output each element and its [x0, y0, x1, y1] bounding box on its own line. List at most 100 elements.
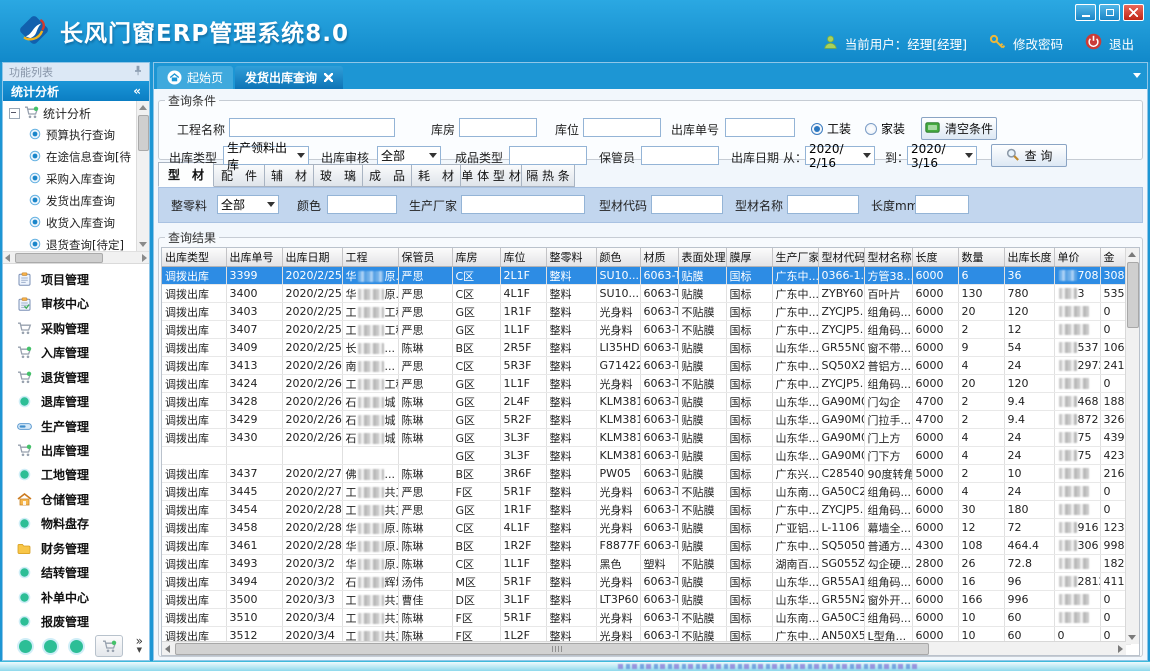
close-button[interactable]	[1123, 4, 1144, 21]
radio-selected-icon[interactable]	[811, 123, 823, 135]
table-row[interactable]: 调拨出库34942020/3/2石辉城汤伟M区5R1F整料光身料6063-T5贴…	[162, 573, 1130, 591]
column-header-出库长度[interactable]: 出库长度	[1004, 248, 1054, 267]
material-tab-单体型材[interactable]: 单 体 型 材	[461, 164, 522, 187]
scroll-left-icon[interactable]	[165, 645, 170, 653]
material-tab-耗材[interactable]: 耗 材	[412, 164, 461, 187]
profile-name-input[interactable]	[787, 195, 859, 214]
scroll-left-icon[interactable]	[5, 254, 10, 262]
column-header-整零料[interactable]: 整零料	[546, 248, 596, 267]
scroll-right-icon[interactable]	[1118, 645, 1123, 653]
material-tab-玻璃[interactable]: 玻 璃	[314, 164, 363, 187]
column-header-材质[interactable]: 材质	[640, 248, 678, 267]
tree-item[interactable]: 收货入库查询	[3, 212, 149, 234]
collapse-icon[interactable]: «	[133, 84, 141, 98]
tab-发货出库查询[interactable]: 发货出库查询	[235, 66, 343, 89]
pin-icon[interactable]	[133, 65, 143, 79]
table-row[interactable]: 调拨出库34302020/2/26石城陈琳G区3L3F整料KLM38176063…	[162, 429, 1130, 447]
minimize-button[interactable]	[1075, 4, 1096, 21]
table-row[interactable]: 调拨出库34292020/2/26石城陈琳G区5R2F整料KLM38176063…	[162, 411, 1130, 429]
table-row[interactable]: 调拨出库34452020/2/27工共工程严思F区5R1F整料光身料6063-T…	[162, 483, 1130, 501]
column-header-出库单号[interactable]: 出库单号	[226, 248, 282, 267]
sidebar-module-补单中心[interactable]: 补单中心	[3, 585, 149, 609]
warehouse-input[interactable]	[459, 118, 537, 137]
project-name-input[interactable]	[229, 118, 395, 137]
scroll-thumb[interactable]	[15, 253, 103, 263]
dot-icon[interactable]	[70, 640, 83, 653]
table-row[interactable]: 调拨出库34372020/2/27佛...陈琳B区3R6F整料PW056063-…	[162, 465, 1130, 483]
tree-item[interactable]: 在途信息查询[待	[3, 146, 149, 168]
audit-select[interactable]: 全部	[377, 146, 441, 165]
product-type-input[interactable]	[509, 146, 587, 165]
table-row[interactable]: 调拨出库35102020/3/4工共工程陈琳F区5R1F整料光身料6063-T5…	[162, 609, 1130, 627]
sidebar-module-报废管理[interactable]: 报废管理	[3, 610, 149, 634]
material-tab-成品[interactable]: 成 品	[363, 164, 412, 187]
scroll-thumb[interactable]	[1127, 262, 1139, 328]
sidebar-module-退库管理[interactable]: 退库管理	[3, 389, 149, 413]
sidebar-module-工地管理[interactable]: 工地管理	[3, 463, 149, 487]
change-password-link[interactable]: 修改密码	[1013, 34, 1063, 53]
tree-root[interactable]: 统计分析	[3, 101, 149, 124]
column-header-单价[interactable]: 单价	[1054, 248, 1100, 267]
sidebar-module-入库管理[interactable]: 入库管理	[3, 340, 149, 364]
table-row[interactable]: 调拨出库33992020/2/25华原...严思C区2L1F整料SU10...6…	[162, 267, 1130, 285]
column-header-库位[interactable]: 库位	[500, 248, 546, 267]
column-header-长度[interactable]: 长度	[912, 248, 958, 267]
radio-unselected-icon[interactable]	[865, 123, 877, 135]
tree-item[interactable]: 采购入库查询	[3, 168, 149, 190]
tree-item[interactable]: 退货查询[待定]	[3, 234, 149, 252]
scroll-up-icon[interactable]	[139, 105, 147, 110]
tree-vertical-scrollbar[interactable]	[136, 101, 149, 251]
column-header-生产厂家[interactable]: 生产厂家	[772, 248, 818, 267]
sidebar-module-审核中心[interactable]: 审核中心	[3, 291, 149, 315]
location-input[interactable]	[583, 118, 661, 137]
table-horizontal-scrollbar[interactable]	[162, 641, 1126, 655]
column-header-出库日期[interactable]: 出库日期	[282, 248, 342, 267]
table-row[interactable]: 调拨出库34072020/2/25工工程严思G区1L1F整料光身料6063-T5…	[162, 321, 1130, 339]
keeper-input[interactable]	[641, 146, 719, 165]
table-row[interactable]: 调拨出库35002020/3/3工共工程曹佳D区3L1F整料LT3P606063…	[162, 591, 1130, 609]
column-header-型材代码[interactable]: 型材代码	[818, 248, 864, 267]
dot-icon[interactable]	[44, 640, 57, 653]
date-from-select[interactable]: 2020/ 2/16	[805, 146, 875, 165]
table-row[interactable]: G区3L3F整料KLM38176063-T5贴膜国标山东华...GA90M09.…	[162, 447, 1130, 465]
expand-more-button[interactable]: »▼	[136, 637, 143, 655]
table-row[interactable]: 调拨出库34092020/2/25长...陈琳B区2R5F整料LI35HD606…	[162, 339, 1130, 357]
column-header-表面处理[interactable]: 表面处理	[678, 248, 726, 267]
search-button[interactable]: 查 询	[991, 144, 1067, 167]
tree-item[interactable]: 预算执行查询	[3, 124, 149, 146]
tree-expander-icon[interactable]	[9, 108, 20, 119]
scroll-up-icon[interactable]	[1128, 252, 1136, 257]
material-tab-隔热条[interactable]: 隔 热 条	[522, 164, 575, 187]
scroll-right-icon[interactable]	[142, 254, 147, 262]
sidebar-module-仓储管理[interactable]: 仓储管理	[3, 487, 149, 511]
sidebar-module-项目管理[interactable]: 项目管理	[3, 267, 149, 291]
column-header-工程[interactable]: 工程	[342, 248, 398, 267]
radio-home[interactable]: 家装	[865, 120, 905, 137]
table-row[interactable]: 调拨出库34032020/2/25工工程严思G区1R1F整料光身料6063-T5…	[162, 303, 1130, 321]
table-row[interactable]: 调拨出库34282020/2/26石城陈琳G区2L4F整料KLM38176063…	[162, 393, 1130, 411]
tab-起始页[interactable]: 起始页	[157, 66, 233, 89]
column-header-出库类型[interactable]: 出库类型	[162, 248, 226, 267]
manufacturer-input[interactable]	[461, 195, 585, 214]
column-header-颜色[interactable]: 颜色	[596, 248, 640, 267]
logout-link[interactable]: 退出	[1109, 34, 1134, 53]
out-type-select[interactable]: 生产领料出库	[223, 146, 309, 165]
table-row[interactable]: 调拨出库34932020/3/2华原...陈琳C区1L1F整料黑色塑料不贴膜国标…	[162, 555, 1130, 573]
profile-code-input[interactable]	[651, 195, 723, 214]
sidebar-module-退货管理[interactable]: 退货管理	[3, 365, 149, 389]
sidebar-module-财务管理[interactable]: 财务管理	[3, 536, 149, 560]
column-header-保管员[interactable]: 保管员	[398, 248, 452, 267]
table-row[interactable]: 调拨出库34612020/2/28华原...陈琳B区1R2F整料F8877FT6…	[162, 537, 1130, 555]
table-vertical-scrollbar[interactable]	[1125, 248, 1139, 644]
maximize-button[interactable]	[1099, 4, 1120, 21]
column-header-膜厚[interactable]: 膜厚	[726, 248, 772, 267]
clear-conditions-button[interactable]: 清空条件	[921, 117, 997, 140]
tree-item[interactable]: 发货出库查询	[3, 190, 149, 212]
tab-overflow-icon[interactable]	[1133, 73, 1141, 78]
table-row[interactable]: 调拨出库34542020/2/28工共工程严思G区1R1F整料光身料6063-T…	[162, 501, 1130, 519]
color-input[interactable]	[327, 195, 397, 214]
whole-part-select[interactable]: 全部	[217, 195, 279, 214]
scroll-thumb[interactable]	[138, 115, 149, 151]
scroll-down-icon[interactable]	[1128, 635, 1136, 640]
radio-workwear[interactable]: 工装	[811, 120, 851, 137]
